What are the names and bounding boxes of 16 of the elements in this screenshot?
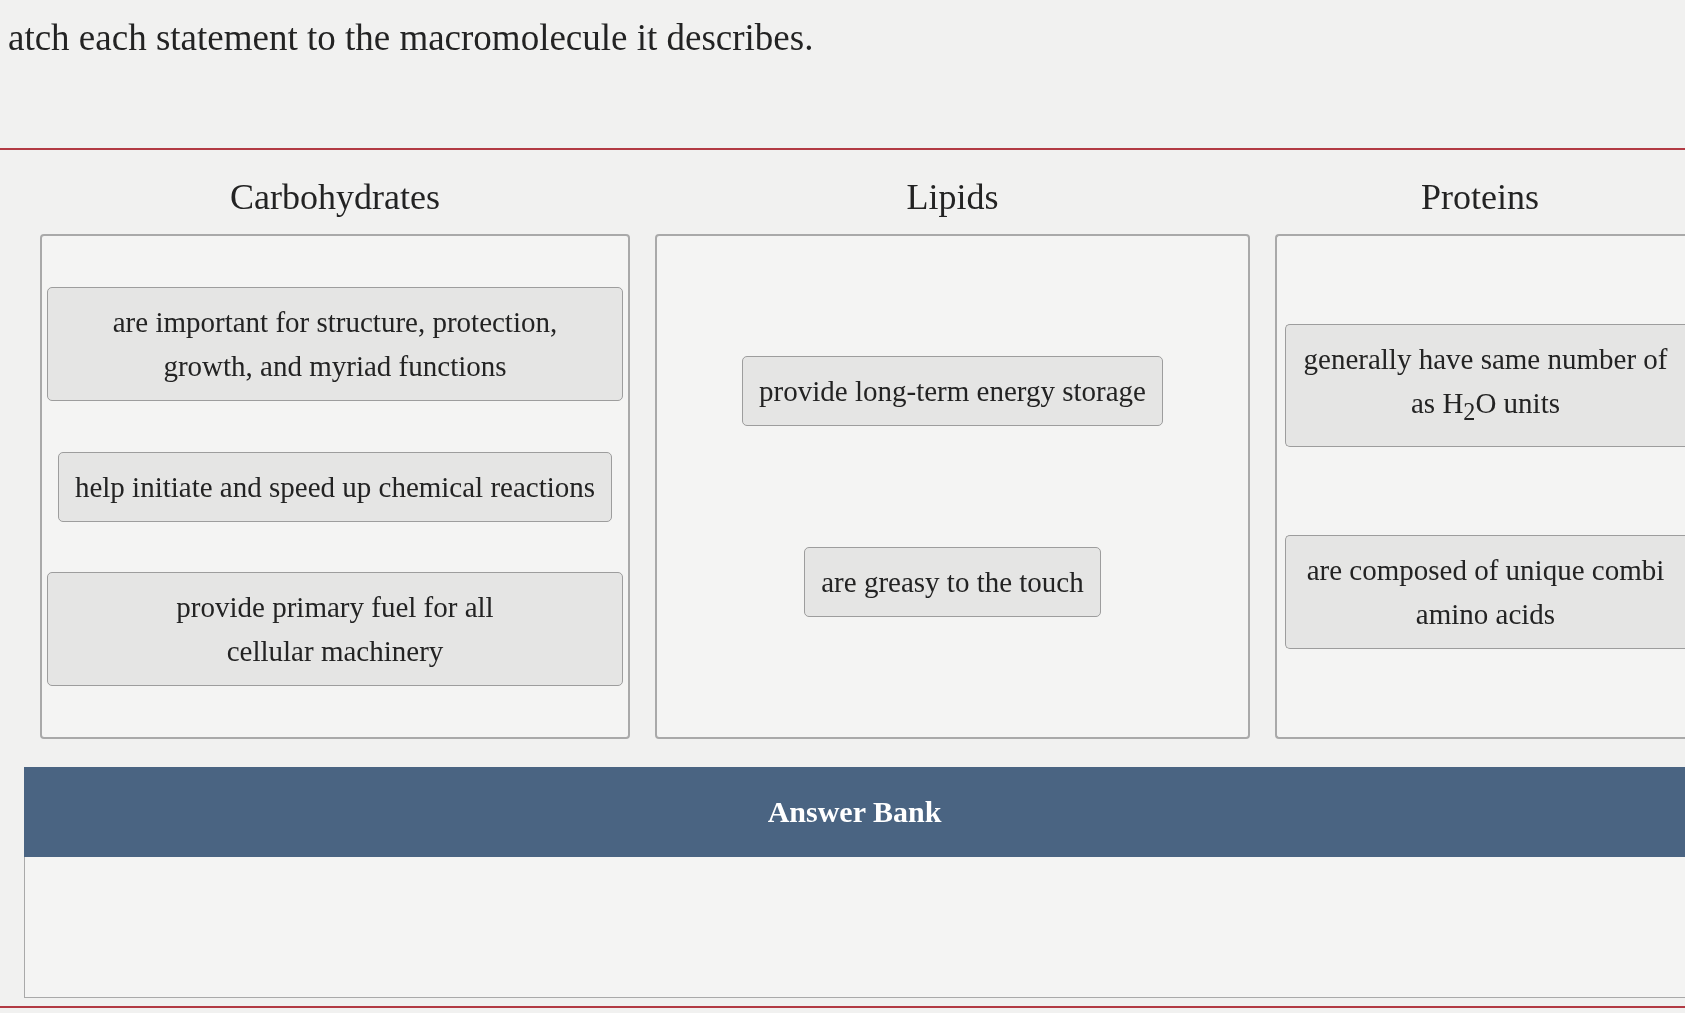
answer-card[interactable]: provide long-term energy storage: [742, 356, 1163, 427]
answer-card[interactable]: generally have same number of as H$_{2}$O units: [1285, 324, 1685, 447]
drop-zone[interactable]: generally have same number of as H$_{2}$O units are composed of unique combi amino acids: [1275, 234, 1685, 739]
answer-bank-area[interactable]: [24, 857, 1685, 998]
answer-card[interactable]: are important for structure, protection, growth, and myriad functions: [47, 286, 623, 401]
answer-card[interactable]: are composed of unique combi amino acids: [1285, 534, 1685, 649]
category-heading: Carbohydrates: [230, 176, 440, 219]
answer-card[interactable]: are greasy to the touch: [804, 546, 1101, 617]
category-heading: Lipids: [906, 176, 999, 219]
answer-card[interactable]: provide primary fuel for all cellular machinery: [47, 572, 623, 687]
drop-zone[interactable]: provide long-term energy storage are greasy to the touch: [655, 234, 1250, 739]
drop-zone[interactable]: are important for structure, protection, growth, and myriad functions help initiate and speed up chemical reactions provide primary fuel for all cellular machinery: [40, 234, 630, 739]
category-heading: Proteins: [1421, 176, 1539, 219]
answer-card[interactable]: help initiate and speed up chemical reactions: [57, 451, 613, 522]
instruction-text: atch each statement to the macromolecule it describes.: [7, 16, 814, 60]
answer-bank-header: Answer Bank: [24, 767, 1685, 857]
